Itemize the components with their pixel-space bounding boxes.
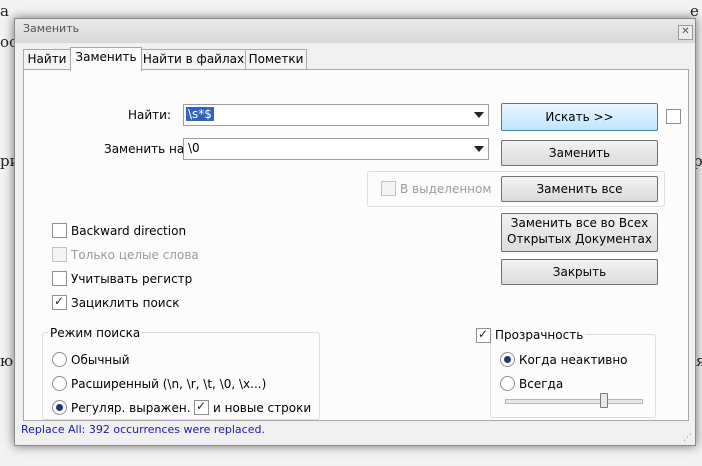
transparency-label: Прозрачность [493,328,586,342]
normal-mode-radio[interactable] [52,352,67,367]
wrap-around-label: Зациклить поиск [71,296,180,310]
title-bar[interactable]: Заменить ✕ [15,19,695,43]
replace-all-button[interactable]: Заменить все [501,176,658,202]
status-bar: Replace All: 392 occurrences were replac… [21,423,265,436]
whole-word-label: Только целые слова [71,248,199,262]
tab-find-in-files[interactable]: Найти в файлах [141,49,246,70]
close-button[interactable]: Закрыть [501,259,658,285]
match-case-label: Учитывать регистр [71,272,193,286]
on-lose-focus-radio[interactable] [500,352,515,367]
replace-label: Заменить на: [104,142,189,156]
search-mode-title: Режим поиска [48,326,143,340]
tab-find[interactable]: Найти [23,49,71,70]
regex-mode-label: Регуляр. выражен. [71,401,191,415]
background-text: а [0,2,9,20]
on-lose-focus-label: Когда неактивно [519,353,628,367]
resize-grip-icon[interactable]: ⋰ [683,433,692,443]
replace-all-open-docs-line2: Открытых Документах [507,232,652,246]
extended-mode-radio[interactable] [52,376,67,391]
transparency-checkbox[interactable] [476,327,491,343]
backward-direction-label: Backward direction [71,224,187,238]
dot-matches-newline-label: и новые строки [213,401,312,415]
extended-mode-label: Расширенный (\n, \r, \t, \0, \x...) [71,377,267,391]
always-label: Всегда [519,377,564,391]
replace-value: \0 [188,141,200,155]
transparency-slider-thumb[interactable] [600,393,608,408]
dot-matches-newline-checkbox[interactable] [194,399,209,415]
tab-replace[interactable]: Заменить [70,47,142,71]
background-text: ю [0,352,14,370]
replace-all-open-docs-line1: Заменить все во Всех [510,216,649,230]
chevron-down-icon[interactable] [474,112,484,118]
transparency-slider[interactable] [505,399,643,404]
replace-dialog: Заменить ✕ Найти Заменить Найти в файлах… [14,18,696,446]
whole-word-checkbox[interactable] [52,247,67,262]
transparency-group [490,334,656,418]
in-selection-checkbox[interactable] [381,181,396,196]
replace-all-open-docs-button[interactable]: Заменить все во Всех Открытых Документах [501,213,658,252]
extra-checkbox[interactable] [666,109,681,124]
chevron-down-icon[interactable] [474,146,484,152]
close-icon[interactable]: ✕ [678,25,693,40]
find-next-button[interactable]: Искать >> [501,103,658,131]
in-selection-label: В выделенном [400,182,492,196]
regex-mode-radio[interactable] [52,400,67,415]
tab-marks[interactable]: Пометки [245,49,307,70]
replace-button[interactable]: Заменить [501,140,658,166]
wrap-around-checkbox[interactable] [52,294,67,310]
replace-panel: Найти: \s*$ Заменить на: \0 Искать >> За… [23,69,689,421]
find-label: Найти: [128,108,172,122]
find-input[interactable]: \s*$ [183,104,489,126]
backward-direction-checkbox[interactable] [52,223,67,238]
match-case-checkbox[interactable] [52,271,67,286]
window-title: Заменить [23,22,80,35]
always-radio[interactable] [500,376,515,391]
normal-mode-label: Обычный [71,353,130,367]
replace-input[interactable]: \0 [183,138,489,160]
find-value: \s*$ [186,107,214,121]
